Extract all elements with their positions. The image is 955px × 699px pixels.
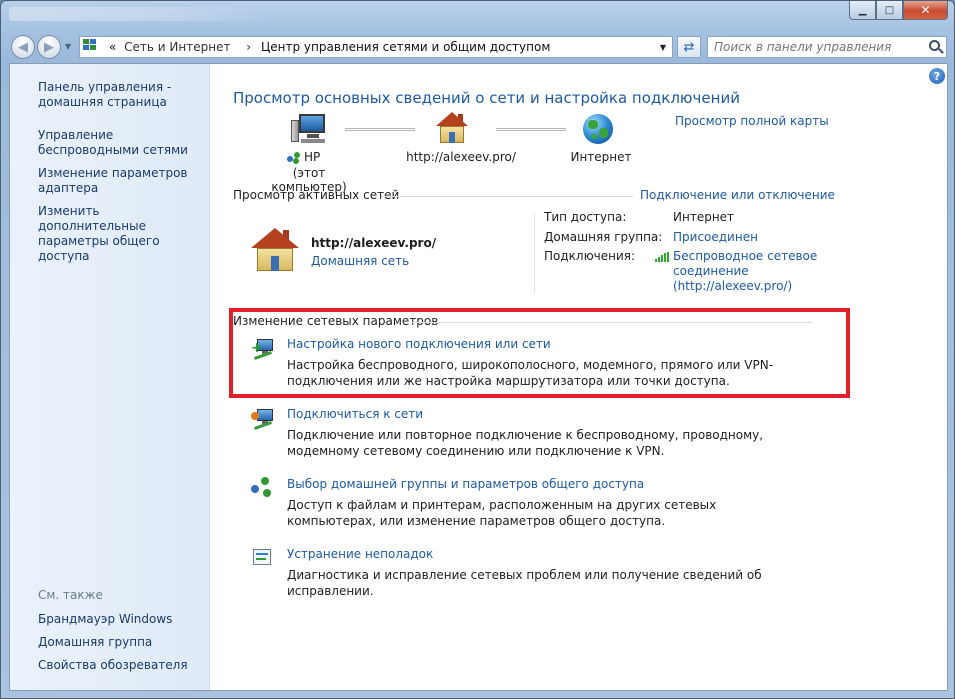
window-frame: ▁ □ ✕ ◀ ▶ ▼ « Сеть и Интернет › Центр уп… <box>0 0 955 699</box>
active-networks-heading: Просмотр активных сетей <box>233 188 400 202</box>
window-controls: ▁ □ ✕ <box>849 1 948 20</box>
sidebar-link-internet-options[interactable]: Свойства обозревателя <box>38 658 188 672</box>
new-connection-description: Настройка беспроводного, широкополосного… <box>287 358 774 388</box>
connect-disconnect-link[interactable]: Подключение или отключение <box>640 188 835 202</box>
new-connection-link[interactable]: Настройка нового подключения или сети <box>287 337 551 351</box>
network-small-icon <box>287 151 301 164</box>
network-folder-icon <box>83 39 101 55</box>
content-area: Панель управления - домашняя страница Уп… <box>9 63 948 691</box>
home-network-large-icon <box>251 228 299 272</box>
arrow-right-icon: ▶ <box>44 39 54 55</box>
connect-network-description: Подключение или повторное подключение к … <box>287 428 764 458</box>
address-path: « Сеть и Интернет › Центр управления сет… <box>109 40 550 54</box>
sidebar-link-wireless[interactable]: Управление беспроводными сетями <box>38 128 208 158</box>
minimize-button[interactable]: ▁ <box>849 1 876 20</box>
homegroup-label: Домашняя группа: <box>544 230 663 244</box>
sidebar-link-sharing[interactable]: Изменить дополнительные параметры общего… <box>38 204 208 264</box>
map-connection-line <box>345 128 415 131</box>
homegroup-icon <box>251 477 275 499</box>
search-box[interactable] <box>707 36 947 58</box>
sidebar: Панель управления - домашняя страница Уп… <box>10 64 210 690</box>
refresh-button[interactable]: ⇄ <box>677 36 701 58</box>
refresh-icon: ⇄ <box>683 39 695 55</box>
back-button[interactable]: ◀ <box>11 35 35 59</box>
sidebar-link-homegroup[interactable]: Домашняя группа <box>38 635 152 649</box>
breadcrumb-separator[interactable]: › <box>246 40 251 54</box>
connect-network-icon <box>251 407 275 430</box>
sidebar-link-adapter[interactable]: Изменение параметров адаптера <box>38 166 208 196</box>
network-type-link[interactable]: Домашняя сеть <box>311 254 409 268</box>
sidebar-link-home[interactable]: Панель управления - домашняя страница <box>38 80 208 110</box>
map-internet-label: Интернет <box>570 150 632 164</box>
active-network-name: http://alexeev.pro/ <box>311 236 437 250</box>
title-bar[interactable]: ▁ □ ✕ <box>1 1 954 31</box>
see-also-heading: См. также <box>38 588 103 602</box>
main-panel: ? Просмотр основных сведений о сети и на… <box>211 64 947 690</box>
internet-globe-icon <box>583 114 613 144</box>
sidebar-link-firewall[interactable]: Брандмауэр Windows <box>38 612 172 626</box>
search-icon[interactable] <box>929 40 940 51</box>
close-button[interactable]: ✕ <box>903 1 948 20</box>
forward-button[interactable]: ▶ <box>37 35 61 59</box>
recent-pages-dropdown[interactable]: ▼ <box>65 42 71 51</box>
wireless-connection-link[interactable]: Беспроводное сетевое соединение (http://… <box>673 249 823 294</box>
arrow-left-icon: ◀ <box>18 39 28 55</box>
full-map-link[interactable]: Просмотр полной карты <box>675 114 829 128</box>
search-input[interactable] <box>708 37 913 57</box>
homegroup-sharing-link[interactable]: Выбор домашней группы и параметров общег… <box>287 477 644 491</box>
address-dropdown-icon[interactable]: ▼ <box>660 43 666 52</box>
navigation-row: ◀ ▶ ▼ « Сеть и Интернет › Центр управлен… <box>9 33 949 61</box>
troubleshoot-icon <box>251 547 275 569</box>
page-title: Просмотр основных сведений о сети и наст… <box>233 89 740 107</box>
map-network-name: http://alexeev.pro/ <box>406 150 516 164</box>
troubleshoot-link[interactable]: Устранение неполадок <box>287 547 433 561</box>
homegroup-sharing-description: Доступ к файлам и принтерам, расположенн… <box>287 498 717 528</box>
computer-icon <box>291 114 325 144</box>
address-bar[interactable]: « Сеть и Интернет › Центр управления сет… <box>79 36 673 58</box>
vertical-divider <box>534 214 535 294</box>
homegroup-link[interactable]: Присоединен <box>673 230 758 245</box>
connections-label: Подключения: <box>544 249 636 263</box>
new-connection-icon: + <box>251 337 275 360</box>
breadcrumb-item-network-center[interactable]: Центр управления сетями и общим доступом <box>261 40 550 54</box>
maximize-button[interactable]: □ <box>876 1 903 20</box>
home-network-icon <box>436 112 468 144</box>
breadcrumb-overflow[interactable]: « <box>109 40 116 54</box>
breadcrumb-item-network[interactable]: Сеть и Интернет <box>124 40 230 54</box>
help-icon[interactable]: ? <box>929 68 945 84</box>
access-type-value: Интернет <box>673 210 735 224</box>
map-connection-line-2 <box>496 128 566 131</box>
troubleshoot-description: Диагностика и исправление сетевых пробле… <box>287 568 762 598</box>
map-computer-name: HP <box>287 150 357 164</box>
title-bar-background-text <box>9 7 269 21</box>
section-divider <box>383 196 633 197</box>
connect-network-link[interactable]: Подключиться к сети <box>287 407 423 421</box>
access-type-label: Тип доступа: <box>544 210 627 224</box>
wifi-signal-icon <box>655 252 671 262</box>
